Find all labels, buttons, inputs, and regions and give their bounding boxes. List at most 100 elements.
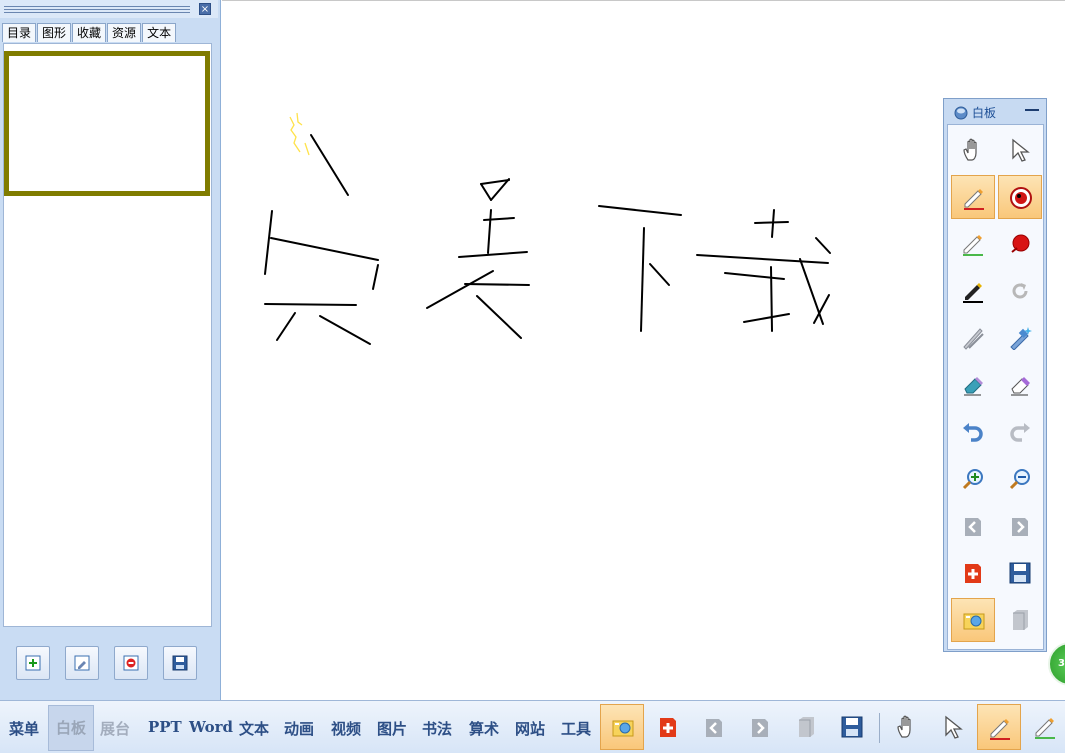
zoom-in-icon bbox=[962, 469, 983, 490]
highlighter-tool-button[interactable] bbox=[951, 222, 995, 266]
toolbox-grid bbox=[947, 124, 1044, 650]
menu-item-whiteboard[interactable]: 白板 bbox=[48, 705, 94, 751]
brush-tool-button[interactable] bbox=[951, 316, 995, 360]
zoom-in-button[interactable] bbox=[951, 457, 995, 501]
blank-page-button[interactable] bbox=[998, 598, 1042, 642]
bar-screen-capture-button[interactable] bbox=[600, 704, 644, 750]
area-eraser-tool-button[interactable] bbox=[998, 363, 1042, 407]
add-page-button[interactable] bbox=[16, 646, 50, 680]
ink-stroke bbox=[771, 209, 775, 238]
pointer-tool-button[interactable] bbox=[998, 128, 1042, 172]
toolbox-title: 白板 bbox=[972, 106, 997, 120]
hand-tool-button[interactable] bbox=[951, 128, 995, 172]
ink-stroke bbox=[264, 210, 273, 275]
panel-actions bbox=[0, 630, 218, 700]
ink-stroke bbox=[483, 217, 515, 221]
grip-line bbox=[4, 12, 190, 13]
tab-catalog[interactable]: 目录 bbox=[2, 23, 37, 42]
magic-pen-tool-button[interactable] bbox=[998, 316, 1042, 360]
color-palette-icon bbox=[1010, 187, 1032, 209]
menu-item-tools[interactable]: 工具 bbox=[561, 718, 591, 739]
rotate-tool-button[interactable] bbox=[998, 269, 1042, 313]
new-page-button[interactable] bbox=[951, 551, 995, 595]
pen-tool-button[interactable] bbox=[951, 175, 995, 219]
main-menu-bar: 菜单 白板 展台 PPT Word 文本 动画 视频 图片 书法 算术 网站 工… bbox=[0, 700, 1065, 753]
delete-page-button[interactable] bbox=[114, 646, 148, 680]
ink-stroke bbox=[319, 315, 371, 345]
bar-next-page-button[interactable] bbox=[738, 704, 782, 750]
undo-button[interactable] bbox=[951, 410, 995, 454]
eraser-tool-button[interactable] bbox=[951, 363, 995, 407]
menu-item-calligraphy[interactable]: 书法 bbox=[422, 718, 452, 739]
bar-new-page-button[interactable] bbox=[646, 704, 690, 750]
panel-titlebar[interactable]: × bbox=[0, 0, 218, 18]
delete-page-icon bbox=[123, 655, 139, 671]
previous-page-icon bbox=[965, 518, 981, 536]
hand-icon bbox=[897, 715, 911, 738]
next-page-button[interactable] bbox=[998, 504, 1042, 548]
menu-item-picture[interactable]: 图片 bbox=[377, 718, 407, 739]
tab-shapes[interactable]: 图形 bbox=[37, 23, 72, 42]
zoom-out-button[interactable] bbox=[998, 457, 1042, 501]
panel-tabs: 目录 图形 收藏 资源 文本 bbox=[2, 23, 177, 43]
ink-stroke bbox=[372, 264, 379, 290]
pen-cursor-sparkle bbox=[289, 112, 310, 156]
screen-capture-icon bbox=[963, 613, 985, 630]
bar-blank-page-button[interactable] bbox=[784, 704, 828, 750]
next-page-icon bbox=[752, 719, 768, 737]
menu-item-website[interactable]: 网站 bbox=[515, 718, 545, 739]
whiteboard-canvas[interactable] bbox=[222, 0, 1065, 700]
redo-button[interactable] bbox=[998, 410, 1042, 454]
ink-stroke bbox=[754, 221, 789, 224]
edit-page-button[interactable] bbox=[65, 646, 99, 680]
menu-item-booth[interactable]: 展台 bbox=[100, 718, 130, 739]
ink-stroke bbox=[598, 205, 682, 216]
ink-stroke bbox=[464, 283, 530, 286]
globe-icon bbox=[954, 106, 968, 120]
close-panel-button[interactable]: × bbox=[199, 3, 211, 15]
red-color-button[interactable] bbox=[998, 222, 1042, 266]
page-thumbnail[interactable] bbox=[4, 51, 210, 196]
tab-text[interactable]: 文本 bbox=[142, 23, 177, 42]
menu-item-animation[interactable]: 动画 bbox=[284, 718, 314, 739]
grip-line bbox=[4, 6, 190, 7]
pointer-icon bbox=[1012, 138, 1030, 162]
screen-capture-button[interactable] bbox=[951, 598, 995, 642]
color-palette-button[interactable] bbox=[998, 175, 1042, 219]
minimize-icon[interactable] bbox=[1025, 109, 1039, 111]
ink-stroke bbox=[270, 237, 379, 261]
ink-stroke bbox=[276, 312, 296, 341]
menu-item-video[interactable]: 视频 bbox=[331, 718, 361, 739]
tab-favorites[interactable]: 收藏 bbox=[72, 23, 107, 42]
undo-icon bbox=[963, 423, 983, 442]
menu-item-ppt[interactable]: PPT bbox=[148, 718, 182, 736]
menu-item-text[interactable]: 文本 bbox=[239, 718, 269, 739]
bar-save-button[interactable] bbox=[830, 704, 874, 750]
bar-previous-page-button[interactable] bbox=[692, 704, 736, 750]
ink-stroke bbox=[743, 313, 790, 323]
brush-icon bbox=[963, 328, 984, 350]
previous-page-button[interactable] bbox=[951, 504, 995, 548]
menu-item-menu[interactable]: 菜单 bbox=[9, 718, 39, 739]
ink-stroke bbox=[815, 237, 831, 254]
save-button[interactable] bbox=[998, 551, 1042, 595]
tab-resources[interactable]: 资源 bbox=[107, 23, 142, 42]
ink-stroke bbox=[640, 227, 645, 332]
next-page-icon bbox=[1012, 518, 1028, 536]
save-icon bbox=[172, 655, 188, 671]
eraser-icon bbox=[964, 377, 983, 396]
menu-item-arithmetic[interactable]: 算术 bbox=[469, 718, 499, 739]
bar-pen-tool-button[interactable] bbox=[977, 704, 1021, 750]
bar-pointer-tool-button[interactable] bbox=[931, 704, 975, 750]
handwriting-strokes bbox=[264, 112, 831, 345]
marker-tool-button[interactable] bbox=[951, 269, 995, 313]
bar-hand-tool-button[interactable] bbox=[885, 704, 929, 750]
magic-pen-icon bbox=[1010, 327, 1032, 350]
menu-item-word[interactable]: Word bbox=[189, 718, 233, 736]
hand-icon bbox=[963, 138, 977, 161]
bar-highlighter-tool-button[interactable] bbox=[1023, 704, 1065, 750]
save-page-button[interactable] bbox=[163, 646, 197, 680]
previous-page-icon bbox=[706, 719, 722, 737]
rotate-icon bbox=[1012, 283, 1028, 299]
toolbox-header[interactable]: 白板 bbox=[944, 99, 1046, 123]
